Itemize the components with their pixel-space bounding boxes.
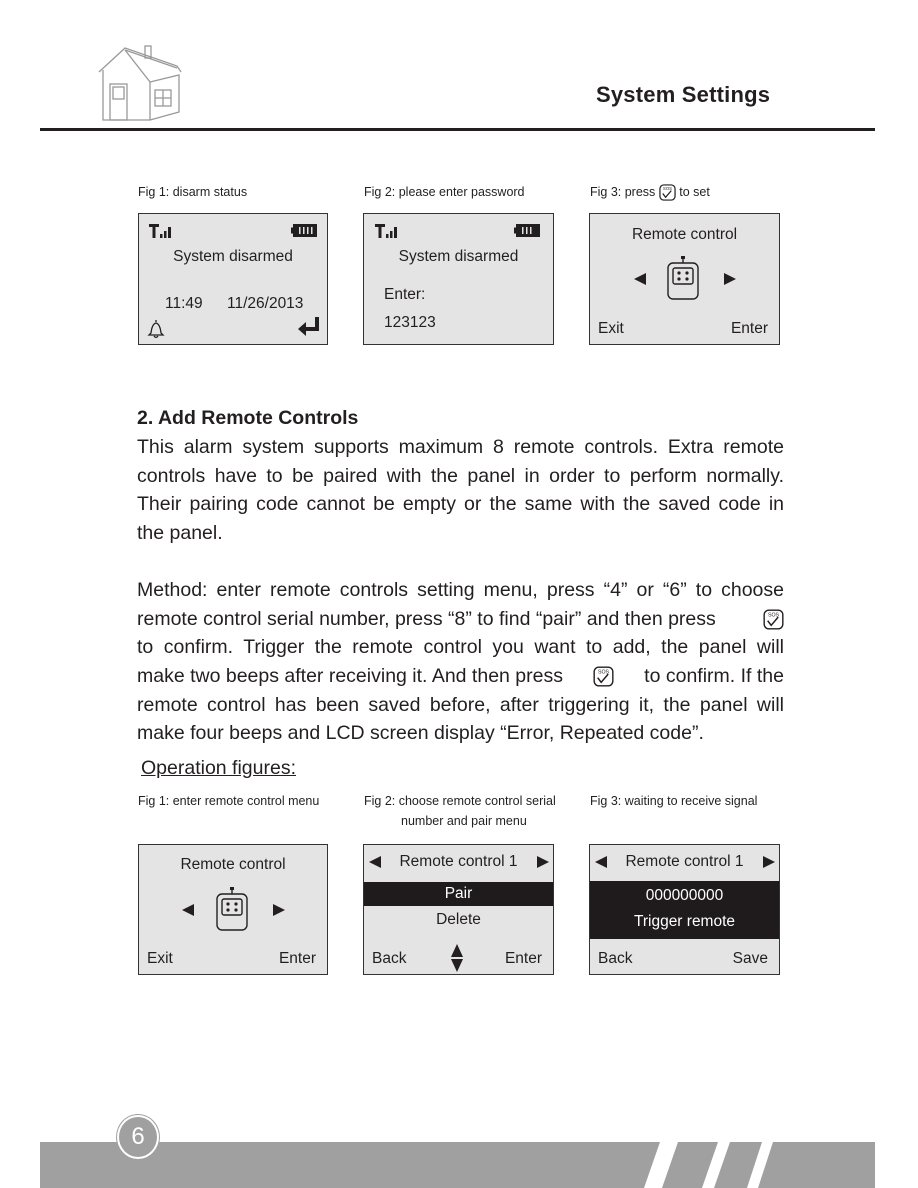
page-number: 6 (117, 1115, 159, 1159)
paragraph-line: Their pairing code cannot be empty or th… (137, 493, 784, 516)
house-icon (98, 45, 182, 121)
lcd-screen-enter-password: System disarmed Enter: 123123 (363, 213, 554, 345)
paragraph-line: remote control has been saved before, af… (137, 693, 784, 716)
operation-figures-label: Operation figures: (141, 757, 297, 779)
lcd-softkey-right: Enter (278, 950, 316, 967)
paragraph-method: Method: enter remote controls setting me… (137, 576, 784, 748)
remote-control-icon (216, 887, 248, 931)
signal-icon (375, 224, 397, 238)
up-down-arrow-icon (451, 944, 463, 972)
lcd-screen-disarm-status: System disarmed 11:49 11/26/2013 (138, 213, 328, 345)
footer-stripes (644, 1142, 773, 1188)
paragraph-text: remote control serial number, press “8” … (137, 607, 716, 630)
right-arrow-icon (724, 273, 736, 285)
lcd-title: Remote control 1 (625, 853, 744, 870)
figure-caption: Fig 3: press SOS to set (590, 184, 710, 201)
sos-confirm-key-icon: SOS (763, 608, 784, 630)
lcd-screen-pair-menu: Remote control 1 Pair Delete Back Enter (363, 844, 554, 975)
paragraph-line: Method: enter remote controls setting me… (137, 579, 784, 601)
right-arrow-icon (273, 904, 285, 916)
paragraph-line: to confirm. Trigger the remote control y… (137, 636, 784, 659)
battery-icon (291, 224, 317, 237)
paragraph-line: make two beeps after receiving it. And t… (137, 662, 784, 691)
section-heading: 2. Add Remote Controls (137, 407, 359, 429)
paragraph-line: remote control serial number, press “8” … (137, 605, 784, 634)
figure-caption: Fig 2: please enter password (364, 185, 525, 199)
lcd-softkey-left: Exit (598, 320, 624, 337)
lcd-softkey-left: Exit (147, 950, 173, 967)
figure-caption: Fig 3: waiting to receive signal (590, 794, 758, 808)
header-divider (40, 128, 875, 131)
lcd-menu-item-selected: Pair (364, 882, 553, 906)
sos-confirm-key-icon: SOS (593, 666, 614, 687)
right-arrow-icon (763, 856, 775, 868)
signal-icon (149, 224, 171, 238)
lcd-password-value: 123123 (384, 314, 436, 331)
lcd-message: Trigger remote (633, 913, 736, 930)
bell-icon (147, 320, 165, 339)
lcd-screen-waiting-signal: Remote control 1 000000000 Trigger remot… (589, 844, 780, 975)
figure-caption: Fig 2: choose remote control serial (364, 794, 556, 808)
enter-arrow-icon (298, 317, 319, 336)
paragraph-text: to confirm. If the (644, 665, 784, 688)
left-arrow-icon (634, 273, 646, 285)
caption-text: Fig 3: press (590, 184, 656, 199)
figure-caption: number and pair menu (401, 814, 527, 828)
lcd-screen-remote-control: Remote control Exit Enter (589, 213, 780, 345)
figure-caption: Fig 1: disarm status (138, 185, 248, 199)
lcd-softkey-left: Back (598, 950, 633, 967)
lcd-softkey-right: Save (732, 950, 768, 967)
lcd-title: Remote control (180, 856, 286, 873)
paragraph-text: make two beeps after receiving it. And t… (137, 665, 563, 688)
paragraph-intro: This alarm system supports maximum 8 rem… (137, 433, 784, 548)
lcd-title: Remote control 1 (399, 853, 518, 870)
lcd-softkey-right: Enter (504, 950, 542, 967)
lcd-status-text: System disarmed (173, 248, 293, 265)
page-title: System Settings (596, 82, 771, 107)
paragraph-line: This alarm system supports maximum 8 rem… (137, 436, 784, 458)
lcd-prompt: Enter: (384, 286, 426, 303)
left-arrow-icon (182, 904, 194, 916)
paragraph-line: controls have to be paired with the pane… (137, 464, 784, 487)
lcd-softkey-right: Enter (730, 320, 768, 337)
remote-control-icon (667, 256, 699, 300)
lcd-time: 11:49 (165, 295, 203, 312)
lcd-status-text: System disarmed (398, 248, 519, 265)
lcd-softkey-left: Back (372, 950, 407, 967)
caption-text: to set (679, 184, 710, 199)
lcd-highlight-block: 000000000 Trigger remote (590, 881, 779, 939)
figure-caption: Fig 1: enter remote control menu (138, 794, 320, 808)
paragraph-line: the panel. (137, 522, 223, 545)
right-arrow-icon (537, 856, 549, 868)
battery-icon (514, 224, 540, 237)
lcd-pairing-code: 000000000 (645, 887, 724, 904)
lcd-screen-remote-menu: Remote control Exit Enter (138, 844, 328, 975)
paragraph-line: make four beeps and LCD screen display “… (137, 722, 704, 745)
lcd-menu-item: Delete (436, 911, 481, 928)
lcd-title: Remote control (631, 226, 738, 243)
lcd-date: 11/26/2013 (227, 295, 304, 312)
sos-confirm-key-icon: SOS (659, 184, 676, 201)
